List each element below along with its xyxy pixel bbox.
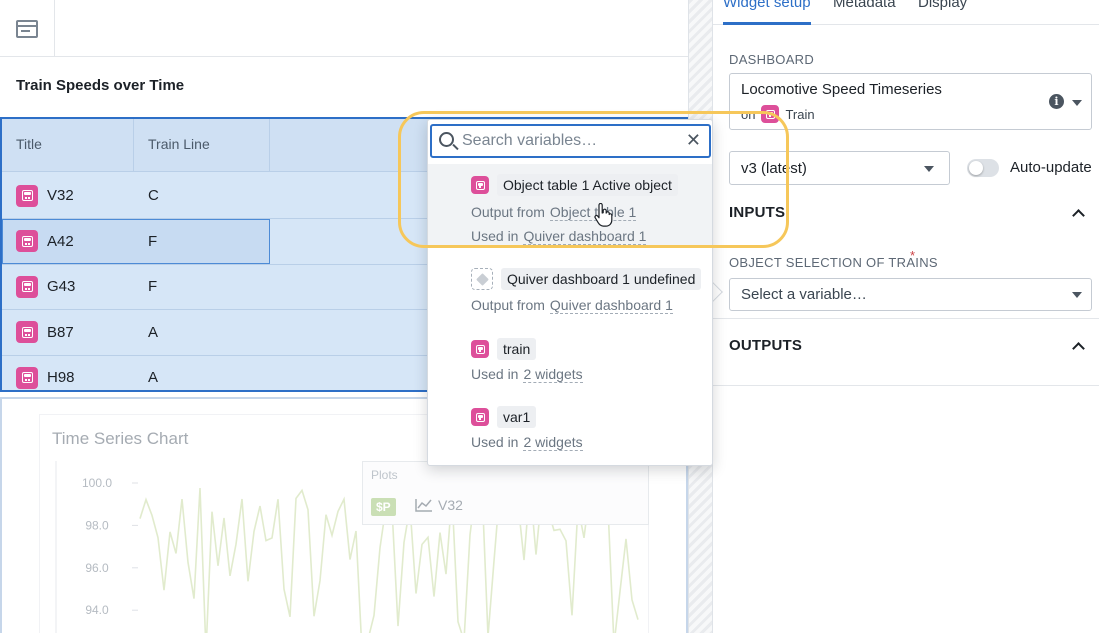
column-header-train-line[interactable]: Train Line: [134, 119, 270, 172]
cell-train-line[interactable]: A: [148, 355, 268, 390]
usage-link[interactable]: 2 widgets: [523, 366, 583, 383]
dashboard-object-name: Train: [785, 106, 815, 122]
object-selection-label: OBJECT SELECTION OF TRAINS: [729, 255, 938, 270]
dashboard-select[interactable]: Locomotive Speed Timeseries on Train i: [729, 73, 1092, 130]
object-icon: [471, 408, 489, 426]
usage-link[interactable]: 2 widgets: [523, 434, 583, 451]
chevron-down-icon: [1072, 292, 1082, 298]
divider: [713, 318, 1099, 319]
top-widget: [0, 0, 688, 57]
object-icon: [471, 340, 489, 358]
chevron-down-icon: [924, 166, 934, 172]
plots-label: Plots: [371, 468, 398, 482]
variable-usage: Used in 2 widgets: [471, 434, 583, 451]
divider: [713, 385, 1099, 386]
cell-title[interactable]: B87: [16, 310, 134, 355]
cell-train-line[interactable]: F: [148, 264, 268, 309]
plots-legend-panel[interactable]: Plots $P V32: [362, 461, 649, 525]
cell-title[interactable]: A42: [16, 219, 134, 264]
table-widget-title: Train Speeds over Time: [16, 77, 185, 94]
y-tick-label: 100.0: [82, 476, 112, 490]
cell-title[interactable]: V32: [16, 173, 134, 218]
line-chart-icon: [415, 499, 432, 512]
dashboard-name: Locomotive Speed Timeseries: [741, 81, 942, 98]
chevron-up-icon[interactable]: [1072, 342, 1085, 355]
y-tick-label: 98.0: [85, 518, 109, 532]
hand-cursor-icon: [594, 203, 613, 227]
variable-select[interactable]: Select a variable…: [729, 278, 1092, 311]
row-title: G43: [47, 278, 76, 295]
row-title: B87: [47, 323, 74, 341]
source-link[interactable]: Quiver dashboard 1: [549, 297, 673, 314]
chart-title: Time Series Chart: [52, 429, 189, 448]
column-header-title[interactable]: Title: [2, 119, 134, 172]
variable-option-quiver-undefined[interactable]: Quiver dashboard 1 undefined Output from…: [428, 256, 712, 320]
variable-name: var1: [497, 406, 537, 428]
train-object-icon: [16, 321, 38, 343]
usage-link[interactable]: Quiver dashboard 1: [523, 228, 647, 245]
cell-title[interactable]: H98: [16, 355, 134, 390]
info-icon[interactable]: i: [1049, 94, 1064, 109]
y-tick-label: 94.0: [85, 603, 109, 617]
version-select[interactable]: v3 (latest): [729, 151, 950, 185]
train-object-icon: [16, 230, 38, 252]
widget-config-panel: Widget setup Metadata Display DASHBOARD …: [712, 0, 1099, 633]
train-object-icon: [16, 366, 38, 389]
variable-select-placeholder: Select a variable…: [741, 286, 867, 303]
row-title: H98: [47, 369, 75, 386]
train-object-icon: [16, 275, 38, 298]
series-item[interactable]: V32: [415, 497, 463, 513]
required-marker: *: [910, 248, 916, 263]
cell-train-line[interactable]: F: [148, 219, 268, 264]
chevron-up-icon[interactable]: [1072, 209, 1085, 222]
variable-name: Object table 1 Active object: [497, 174, 678, 196]
tab-metadata[interactable]: Metadata: [833, 0, 896, 11]
search-icon: [439, 132, 454, 147]
variable-picker-popover: ✕ Object table 1 Active object Output fr…: [427, 119, 713, 466]
close-icon[interactable]: ✕: [686, 130, 701, 150]
cell-train-line[interactable]: A: [148, 310, 268, 355]
cell-title[interactable]: G43: [16, 264, 134, 309]
object-icon: [471, 176, 489, 194]
variable-name: train: [497, 338, 537, 360]
panel-tabs: Widget setup Metadata Display: [713, 0, 1099, 25]
auto-update-label: Auto-update: [1010, 159, 1092, 176]
undefined-object-icon: [471, 268, 493, 290]
outputs-section-header[interactable]: OUTPUTS: [729, 337, 802, 354]
chevron-down-icon: [1072, 100, 1082, 106]
row-title: A42: [47, 232, 74, 250]
variable-option-var1[interactable]: var1 Used in 2 widgets: [428, 398, 712, 458]
variable-usage: Used in Quiver dashboard 1: [471, 228, 647, 245]
window-icon: [16, 19, 38, 38]
train-object-icon: [16, 184, 38, 207]
dashboard-label: DASHBOARD: [729, 52, 815, 67]
variable-name: Quiver dashboard 1 undefined: [501, 268, 702, 290]
search-input[interactable]: [462, 130, 682, 152]
widget-type-button[interactable]: [0, 0, 55, 57]
series-name: V32: [438, 497, 463, 513]
row-title: V32: [47, 187, 74, 204]
tab-widget-setup[interactable]: Widget setup: [723, 0, 811, 25]
dashboard-object-type: on Train: [741, 105, 815, 123]
search-box[interactable]: ✕: [430, 124, 711, 158]
y-tick-label: 96.0: [85, 561, 109, 575]
tab-display[interactable]: Display: [918, 0, 967, 11]
cell-train-line[interactable]: C: [148, 173, 268, 218]
variable-usage: Used in 2 widgets: [471, 366, 583, 383]
train-object-icon: [761, 105, 780, 123]
variable-option-train[interactable]: train Used in 2 widgets: [428, 330, 712, 390]
variable-option-active-object[interactable]: Object table 1 Active object Output from…: [428, 164, 712, 248]
auto-update-toggle[interactable]: [967, 159, 999, 177]
plot-tag[interactable]: $P: [371, 498, 396, 516]
version-value: v3 (latest): [741, 160, 807, 177]
variable-source: Output from Quiver dashboard 1: [471, 297, 673, 314]
inputs-section-header[interactable]: INPUTS: [729, 204, 785, 221]
dashboard-on-prefix: on: [741, 106, 756, 122]
